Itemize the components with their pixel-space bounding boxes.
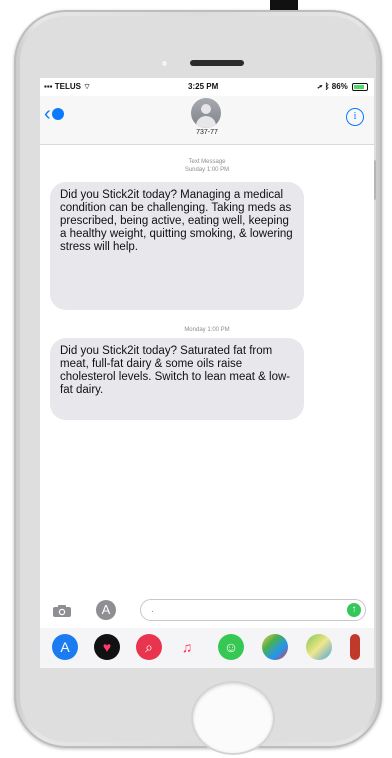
camera-icon[interactable]	[52, 604, 72, 618]
photos-icon[interactable]	[262, 634, 288, 660]
battery-indicator: ➚ ᛒ 86%	[318, 82, 368, 91]
incoming-message-bubble[interactable]: Did you Stick2it today? Saturated fat fr…	[50, 338, 304, 420]
contact-name[interactable]: 737-77	[40, 129, 374, 136]
conversation-header: ‹ 737-77 i	[40, 96, 374, 145]
more-apps-icon[interactable]	[350, 634, 360, 660]
message-type-label: Text Message	[188, 159, 226, 165]
app-store-icon[interactable]: A	[52, 634, 78, 660]
wifi-icon: ⌔	[83, 82, 91, 91]
incoming-message-bubble[interactable]: Did you Stick2it today? Managing a medic…	[50, 182, 304, 310]
status-bar: ▪▪▪ TELUS ⌔ 3:25 PM ➚ ᛒ 86%	[40, 78, 374, 96]
signal-icon: ▪▪▪	[44, 82, 53, 91]
memoji-icon[interactable]: ☺	[218, 634, 244, 660]
location-icon: ➚	[317, 82, 323, 91]
message-input[interactable]: . ↑	[140, 599, 366, 621]
back-button[interactable]: ‹	[44, 104, 64, 124]
digital-touch-icon[interactable]: ♥	[94, 634, 120, 660]
battery-icon	[352, 82, 368, 91]
carrier-name: TELUS	[54, 82, 81, 91]
music-icon[interactable]: ♫	[174, 634, 200, 660]
bluetooth-icon: ᛒ	[324, 82, 330, 91]
top-edge-mark	[270, 0, 298, 10]
unread-badge	[51, 108, 64, 120]
message-date-label: Monday 1:00 PM	[184, 327, 230, 333]
message-input-value: .	[151, 604, 154, 615]
earpiece-speaker	[190, 60, 244, 66]
carrier-indicator: ▪▪▪ TELUS ⌔	[44, 82, 91, 92]
message-timestamp: Text Message Sunday 1:00 PM	[40, 158, 374, 174]
app-drawer: A ♥ ⌕ ♫ ☺	[40, 628, 374, 668]
chevron-left-icon: ‹	[44, 103, 51, 125]
avatar-body	[196, 116, 216, 128]
battery-percent: 86%	[331, 82, 348, 91]
message-composer: A . ↑	[40, 596, 374, 626]
info-button[interactable]: i	[346, 108, 364, 126]
message-timestamp: Monday 1:00 PM	[40, 326, 374, 334]
avatar-head	[201, 104, 211, 114]
maps-icon[interactable]	[306, 634, 332, 660]
send-button[interactable]: ↑	[347, 603, 361, 617]
contact-avatar[interactable]	[191, 98, 221, 128]
front-camera	[161, 60, 168, 67]
app-store-icon[interactable]: A	[96, 600, 116, 620]
web-images-icon[interactable]: ⌕	[136, 634, 162, 660]
message-date-label: Sunday 1:00 PM	[184, 167, 230, 173]
home-button[interactable]	[193, 683, 273, 753]
messages-screen: ▪▪▪ TELUS ⌔ 3:25 PM ➚ ᛒ 86% ‹ 737-77 i T…	[40, 78, 374, 668]
status-time: 3:25 PM	[188, 82, 219, 91]
